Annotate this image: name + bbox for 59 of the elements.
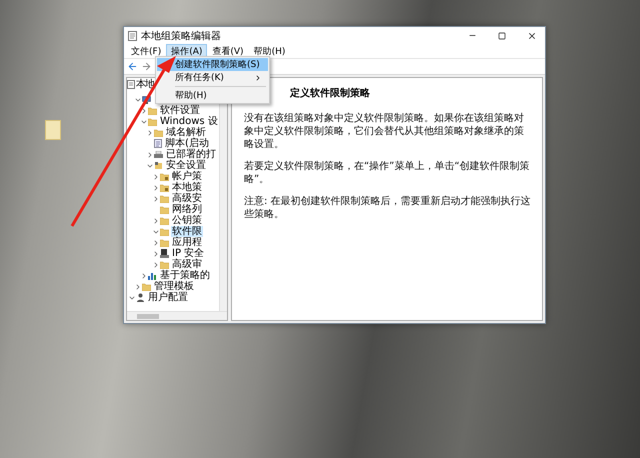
description-text: 注意: 在最初创建软件限制策略后，需要重新启动才能强制执行这些策略。: [244, 195, 532, 221]
chevron-right-icon[interactable]: [152, 172, 160, 180]
back-icon[interactable]: [127, 61, 138, 72]
tree-item[interactable]: 已部署的打: [165, 149, 217, 160]
chevron-right-icon[interactable]: [152, 260, 160, 268]
menu-item[interactable]: 文件(F): [126, 44, 166, 58]
chevron-right-icon[interactable]: [146, 128, 154, 136]
tree-item[interactable]: 网络列: [171, 204, 203, 215]
user-icon: [136, 293, 145, 302]
tree-item[interactable]: 帐户策: [171, 171, 203, 182]
app-icon: [128, 30, 137, 40]
chevron-right-icon[interactable]: [152, 238, 160, 246]
window-title: 本地组策略编辑器: [141, 30, 222, 42]
menu-item[interactable]: 查看(V): [207, 44, 249, 58]
tree-item[interactable]: 管理模板: [153, 281, 195, 292]
menu-item[interactable]: 帮助(H): [248, 44, 290, 58]
close-icon: [527, 30, 537, 40]
tree-item[interactable]: 高级安: [171, 193, 203, 204]
tree-item[interactable]: IP 安全: [171, 248, 206, 259]
description-text: 没有在该组策略对象中定义软件限制策略。如果你在该组策略对象中定义软件限制策略，它们会替代从其他组策略对象继承的策略设置。: [244, 112, 525, 151]
horizontal-scrollbar[interactable]: [127, 311, 227, 320]
tree-item[interactable]: 公钥策: [171, 215, 203, 226]
printer-icon: [154, 150, 163, 158]
tree-item[interactable]: 高级审: [171, 259, 203, 270]
chevron-right-icon[interactable]: [140, 272, 148, 280]
tree-item[interactable]: 应用程: [171, 237, 203, 248]
tree-item[interactable]: 安全设置: [165, 160, 207, 171]
chevron-right-icon[interactable]: [152, 250, 160, 258]
tree-item[interactable]: 软件限: [171, 226, 203, 237]
menu-option[interactable]: 所有任务(K): [157, 71, 268, 84]
description-text: 若要定义软件限制策略，在“操作”菜单上，单击“创建软件限制策略”。: [244, 160, 531, 186]
menu-option[interactable]: 帮助(H): [157, 89, 268, 102]
menu-option[interactable]: 创建软件限制策略(S): [157, 58, 268, 71]
chevron-right-icon[interactable]: [140, 106, 148, 114]
locked-folder-icon: [160, 184, 169, 192]
shield-folder-icon: [154, 161, 163, 170]
computer-icon: [142, 96, 151, 104]
chevron-right-icon[interactable]: [152, 184, 160, 192]
chevron-right-icon[interactable]: [152, 194, 160, 202]
bar-chart-icon: [148, 272, 157, 280]
maximize-icon: [498, 32, 506, 40]
tree-item[interactable]: 本地策: [171, 182, 203, 193]
tree-item[interactable]: 脚本(启动: [164, 138, 210, 149]
folder-icon: [142, 282, 151, 290]
tree-item[interactable]: Windows 设: [159, 116, 219, 127]
folder-icon: [160, 260, 169, 268]
tree-item[interactable]: 域名解析: [165, 127, 207, 138]
computer-icon: [160, 249, 169, 258]
forward-icon[interactable]: [141, 61, 152, 72]
chevron-right-icon[interactable]: [146, 150, 154, 158]
chevron-right-icon[interactable]: [134, 282, 142, 290]
chevron-right-icon: [254, 74, 262, 82]
tree-item[interactable]: 用户配置: [147, 292, 189, 303]
chevron-right-icon[interactable]: [152, 216, 160, 224]
detail-heading: 定义软件限制策略: [288, 86, 371, 100]
tree-item[interactable]: 软件设置: [159, 105, 201, 116]
script-icon: [154, 139, 162, 148]
tree-item[interactable]: 基于策略的: [159, 270, 211, 281]
locked-folder-icon: [160, 172, 169, 180]
